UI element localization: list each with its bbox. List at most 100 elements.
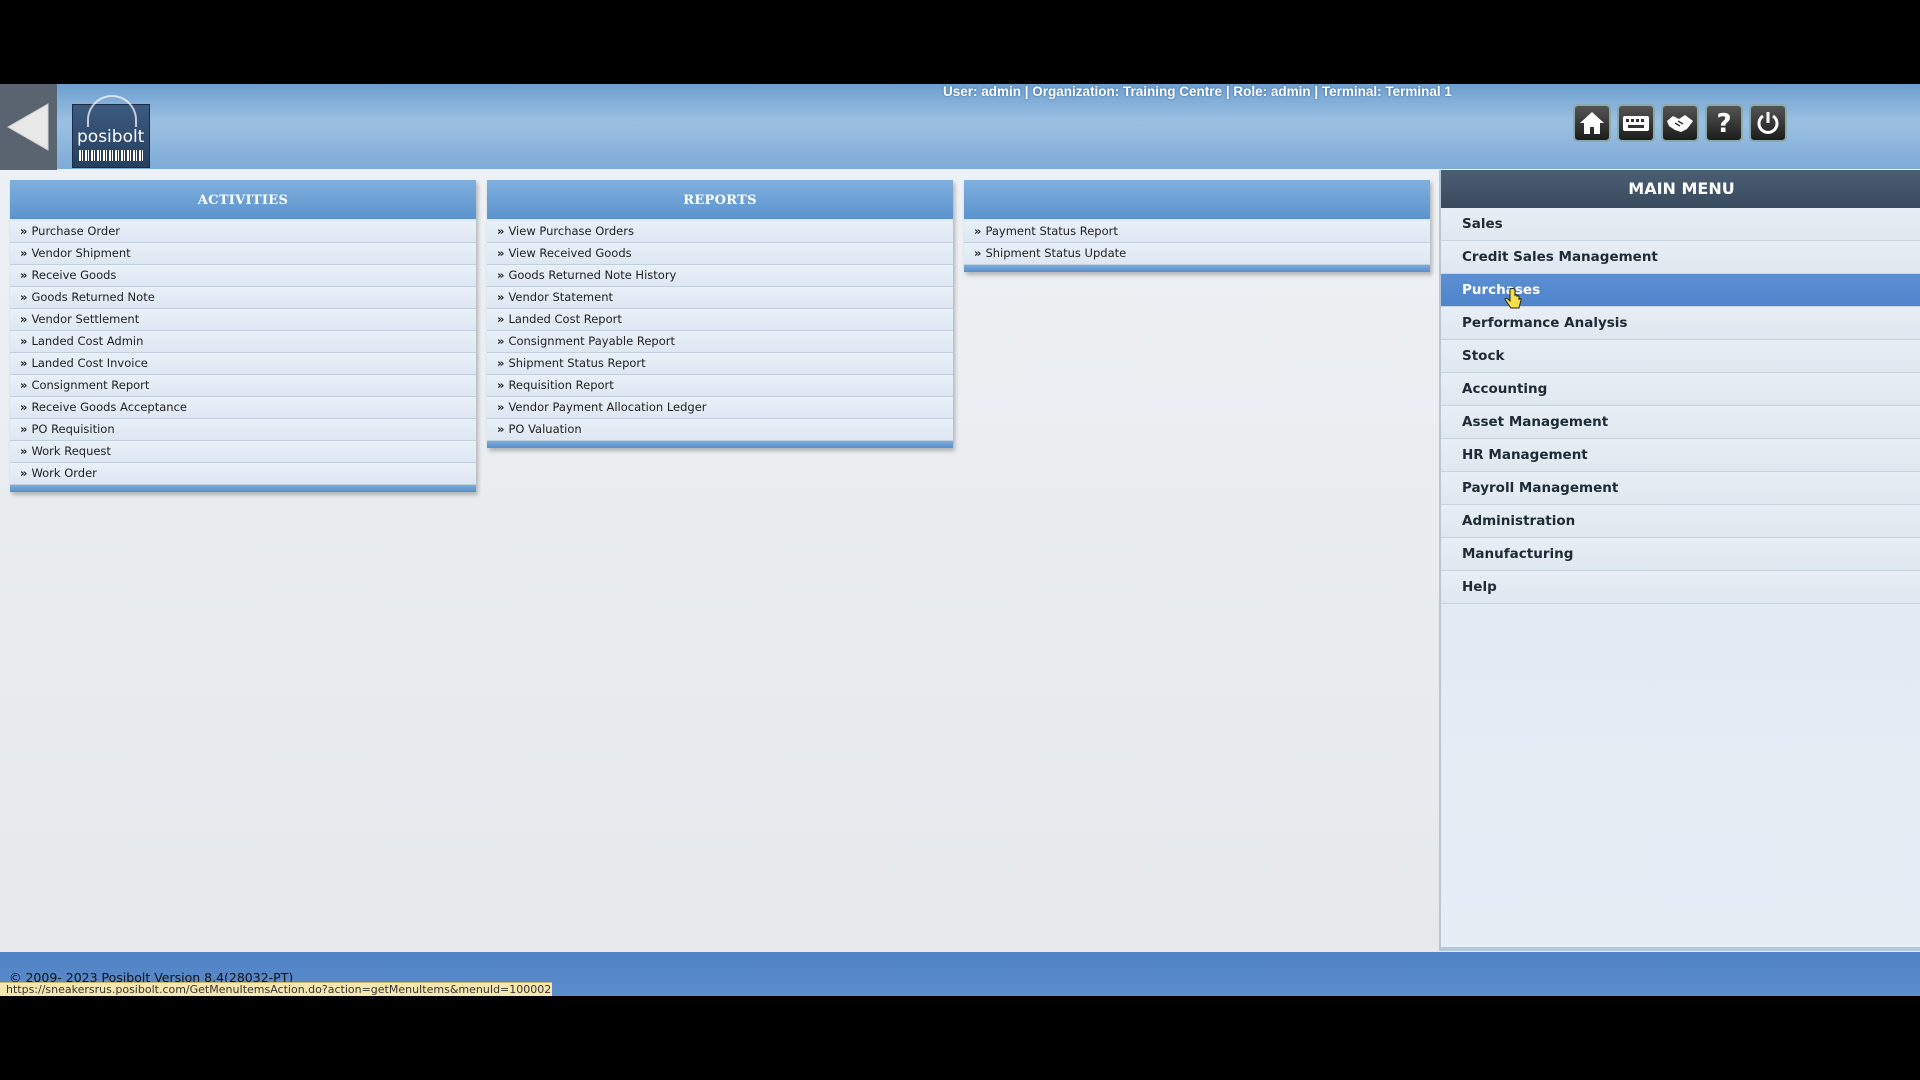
main-menu-items: Sales Credit Sales Management Purchases Per… xyxy=(1441,208,1920,604)
chevron-right-icon: » xyxy=(20,444,28,458)
reports-list: » View Purchase Orders» View Received Good… xyxy=(487,219,953,441)
panel-item-label: Vendor Settlement xyxy=(31,312,140,326)
posibolt-logo: posibolt xyxy=(72,95,150,168)
chevron-right-icon: » xyxy=(497,356,505,370)
panel-item-label: PO Valuation xyxy=(508,422,582,436)
panel-item-label: Consignment Payable Report xyxy=(508,334,675,348)
app-window: posibolt User: admin | Organization: Tra… xyxy=(0,84,1920,996)
activities-item-vendor-settlement[interactable]: » Vendor Settlement xyxy=(10,309,476,331)
reports-item-view-received-goods[interactable]: » View Received Goods xyxy=(487,243,953,265)
activities-item-work-request[interactable]: » Work Request xyxy=(10,441,476,463)
activities-list: » Purchase Order» Vendor Shipment» Receive … xyxy=(10,219,476,485)
header-bar: posibolt User: admin | Organization: Tra… xyxy=(0,84,1920,170)
main-menu-item-stock[interactable]: Stock xyxy=(1441,340,1920,373)
chevron-right-icon: » xyxy=(497,422,505,436)
panel-item-label: Work Order xyxy=(31,466,97,480)
chevron-right-icon: » xyxy=(497,246,505,260)
activities-item-landed-cost-admin[interactable]: » Landed Cost Admin xyxy=(10,331,476,353)
power-icon xyxy=(1757,112,1779,134)
chevron-right-icon: » xyxy=(497,334,505,348)
activities-item-vendor-shipment[interactable]: » Vendor Shipment xyxy=(10,243,476,265)
activities-item-receive-goods-acceptance[interactable]: » Receive Goods Acceptance xyxy=(10,397,476,419)
chevron-right-icon: » xyxy=(20,378,28,392)
reports-panel-title: REPORTS xyxy=(487,180,953,219)
logout-button[interactable] xyxy=(1749,104,1787,142)
activities-item-work-order[interactable]: » Work Order xyxy=(10,463,476,485)
other-item-payment-status-report[interactable]: » Payment Status Report xyxy=(964,221,1430,243)
panel-item-label: Vendor Statement xyxy=(508,290,614,304)
panel-item-label: Landed Cost Report xyxy=(508,312,622,326)
other-item-shipment-status-update[interactable]: » Shipment Status Update xyxy=(964,243,1430,265)
keyboard-button[interactable] xyxy=(1617,104,1655,142)
logo-text: posibolt xyxy=(77,127,145,147)
back-arrow-icon xyxy=(6,103,49,151)
main-menu-item-credit-sales-management[interactable]: Credit Sales Management xyxy=(1441,241,1920,274)
chevron-right-icon: » xyxy=(20,224,28,238)
chevron-right-icon: » xyxy=(20,422,28,436)
reports-item-landed-cost-report[interactable]: » Landed Cost Report xyxy=(487,309,953,331)
home-button[interactable] xyxy=(1573,104,1611,142)
chevron-right-icon: » xyxy=(20,356,28,370)
reports-item-requisition-report[interactable]: » Requisition Report xyxy=(487,375,953,397)
chevron-right-icon: » xyxy=(20,400,28,414)
reports-panel: REPORTS » View Purchase Orders» View Recei… xyxy=(487,180,953,448)
main-menu-item-accounting[interactable]: Accounting xyxy=(1441,373,1920,406)
chevron-right-icon: » xyxy=(497,400,505,414)
chevron-right-icon: » xyxy=(497,224,505,238)
main-menu-item-payroll-management[interactable]: Payroll Management xyxy=(1441,472,1920,505)
panel-item-label: Shipment Status Update xyxy=(985,246,1127,260)
main-menu-bottom-border xyxy=(1441,947,1920,951)
activities-panel: ACTIVITIES » Purchase Order» Vendor Shipme… xyxy=(10,180,476,492)
main-menu-title: MAIN MENU xyxy=(1441,170,1920,208)
chevron-right-icon: » xyxy=(497,290,505,304)
panel-item-label: Receive Goods xyxy=(31,268,117,282)
chevron-right-icon: » xyxy=(497,312,505,326)
panel-item-label: Receive Goods Acceptance xyxy=(31,400,187,414)
panel-item-label: Requisition Report xyxy=(508,378,614,392)
reports-item-vendor-payment-allocation-ledger[interactable]: » Vendor Payment Allocation Ledger xyxy=(487,397,953,419)
panel-footer xyxy=(487,441,953,448)
other-list: » Payment Status Report» Shipment Status U… xyxy=(964,219,1430,265)
reports-item-vendor-statement[interactable]: » Vendor Statement xyxy=(487,287,953,309)
panel-item-label: Vendor Shipment xyxy=(31,246,131,260)
logo-arc xyxy=(87,95,137,127)
activities-item-purchase-order[interactable]: » Purchase Order xyxy=(10,221,476,243)
chevron-right-icon: » xyxy=(974,224,982,238)
reports-item-po-valuation[interactable]: » PO Valuation xyxy=(487,419,953,441)
activities-item-receive-goods[interactable]: » Receive Goods xyxy=(10,265,476,287)
activities-panel-title: ACTIVITIES xyxy=(10,180,476,219)
panel-item-label: Goods Returned Note xyxy=(31,290,155,304)
reports-item-goods-returned-note-history[interactable]: » Goods Returned Note History xyxy=(487,265,953,287)
activities-item-po-requisition[interactable]: » PO Requisition xyxy=(10,419,476,441)
reports-item-consignment-payable-report[interactable]: » Consignment Payable Report xyxy=(487,331,953,353)
panel-footer xyxy=(964,265,1430,272)
user-info: User: admin | Organization: Training Cen… xyxy=(943,84,1452,99)
main-menu-item-sales[interactable]: Sales xyxy=(1441,208,1920,241)
activities-item-landed-cost-invoice[interactable]: » Landed Cost Invoice xyxy=(10,353,476,375)
main-menu-item-hr-management[interactable]: HR Management xyxy=(1441,439,1920,472)
panel-item-label: PO Requisition xyxy=(31,422,115,436)
main-menu-item-administration[interactable]: Administration xyxy=(1441,505,1920,538)
help-button[interactable]: ? xyxy=(1705,104,1743,142)
panel-item-label: Consignment Report xyxy=(31,378,150,392)
reports-item-view-purchase-orders[interactable]: » View Purchase Orders xyxy=(487,221,953,243)
chevron-right-icon: » xyxy=(20,466,28,480)
panel-footer xyxy=(10,485,476,492)
other-panel-title xyxy=(964,180,1430,219)
main-menu-item-asset-management[interactable]: Asset Management xyxy=(1441,406,1920,439)
panel-item-label: View Purchase Orders xyxy=(508,224,634,238)
panel-item-label: Landed Cost Invoice xyxy=(31,356,148,370)
svg-text:?: ? xyxy=(1716,109,1731,137)
chevron-right-icon: » xyxy=(20,268,28,282)
panel-item-label: View Received Goods xyxy=(508,246,632,260)
activities-item-goods-returned-note[interactable]: » Goods Returned Note xyxy=(10,287,476,309)
panel-item-label: Landed Cost Admin xyxy=(31,334,144,348)
main-menu-item-manufacturing[interactable]: Manufacturing xyxy=(1441,538,1920,571)
hand-cursor-icon xyxy=(1504,288,1522,309)
main-menu-item-help[interactable]: Help xyxy=(1441,571,1920,604)
reports-item-shipment-status-report[interactable]: » Shipment Status Report xyxy=(487,353,953,375)
activities-item-consignment-report[interactable]: » Consignment Report xyxy=(10,375,476,397)
chevron-right-icon: » xyxy=(20,246,28,260)
handshake-button[interactable] xyxy=(1661,104,1699,142)
back-button[interactable] xyxy=(0,84,57,170)
